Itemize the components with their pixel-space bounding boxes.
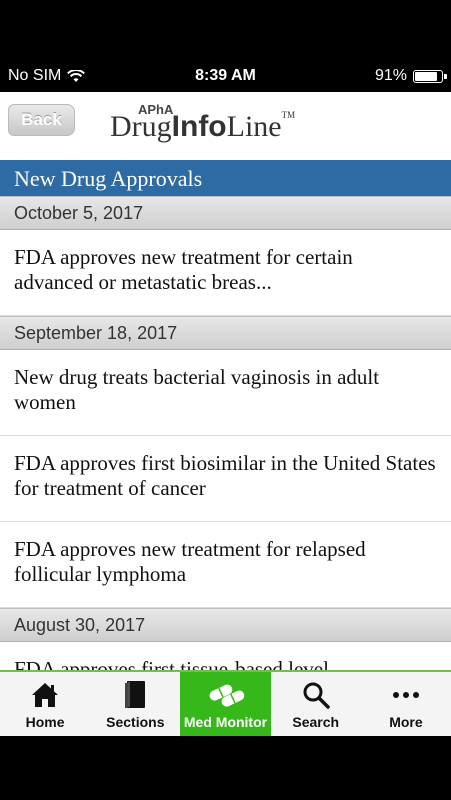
logo-part-info: Info [171,110,227,143]
news-item[interactable]: FDA approves new treatment for certain a… [0,230,451,316]
tab-search[interactable]: Search [271,672,361,738]
news-item-title: New drug treats bacterial vaginosis in a… [14,365,380,414]
bottom-black-band [0,736,451,800]
tab-med-monitor[interactable]: Med Monitor [180,672,271,738]
pills-icon [206,680,246,710]
tab-med-monitor-label: Med Monitor [183,714,268,730]
tab-more[interactable]: More [361,672,451,738]
nav-header: Back APhA DrugInfoLineTM [0,92,451,160]
date-header: October 5, 2017 [0,196,451,230]
news-item[interactable]: New drug treats bacterial vaginosis in a… [0,350,451,436]
news-item-title: FDA approves first biosimilar in the Uni… [14,451,436,500]
news-item[interactable]: FDA approves new treatment for relapsed … [0,522,451,608]
battery-fill [415,71,437,81]
tab-sections-label: Sections [106,714,165,730]
news-item[interactable]: FDA approves first biosimilar in the Uni… [0,436,451,522]
section-title: New Drug Approvals [0,160,451,196]
battery-icon [413,69,447,83]
back-button[interactable]: Back [8,104,75,136]
date-header: August 30, 2017 [0,608,451,642]
top-black-band [0,0,451,60]
tab-more-label: More [389,714,423,730]
logo-part-line: Line [226,110,282,143]
news-item-title: FDA approves new treatment for certain a… [14,245,353,294]
status-bar: No SIM 8:39 AM 91% [0,60,451,92]
tab-home[interactable]: Home [0,672,90,738]
news-item-title: FDA approves new treatment for relapsed … [14,537,366,586]
tab-home-label: Home [25,714,65,730]
logo-tm: TM [281,110,296,120]
tab-search-label: Search [292,714,340,730]
druginfoline-logo: APhA DrugInfoLineTM [110,102,350,152]
news-item-title: FDA approves first tissue-based level [14,657,329,670]
book-icon [123,680,147,710]
home-icon [30,680,60,710]
logo-wordmark: DrugInfoLineTM [110,110,295,144]
more-icon [392,680,420,710]
tab-sections[interactable]: Sections [90,672,180,738]
battery-percent: 91% [374,67,407,84]
tab-bar: Home Sections Med Monitor Search More [0,670,451,738]
battery-group: 91% [374,67,447,85]
battery-tip [444,73,447,79]
news-feed[interactable]: October 5, 2017 FDA approves new treatme… [0,196,451,670]
date-header: September 18, 2017 [0,316,451,350]
logo-part-drug: Drug [110,110,172,143]
news-item[interactable]: FDA approves first tissue-based level [0,642,451,670]
search-icon [302,680,330,710]
